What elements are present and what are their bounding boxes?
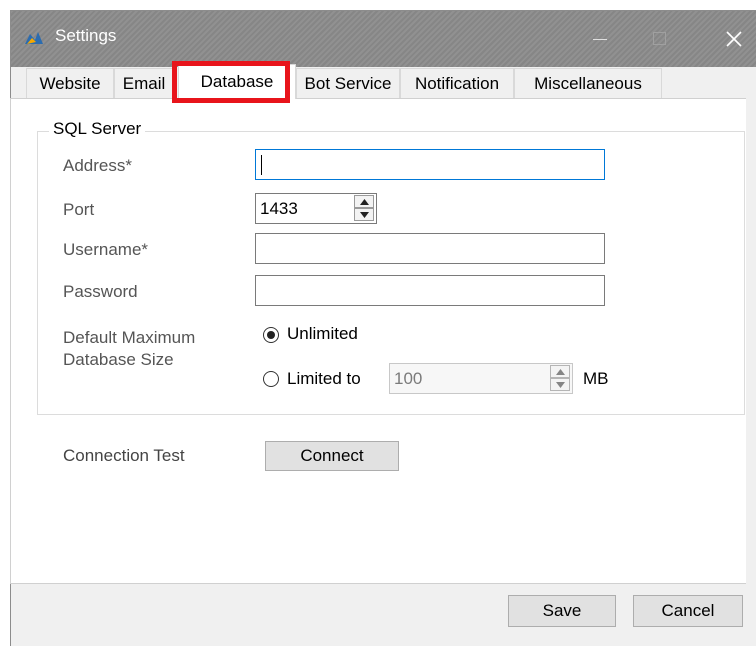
limit-increment-button[interactable] <box>550 365 570 378</box>
maximize-button[interactable] <box>635 11 681 67</box>
limited-label[interactable]: Limited to <box>287 369 361 389</box>
address-label: Address* <box>63 156 132 175</box>
cancel-button[interactable]: Cancel <box>633 595 743 627</box>
tab-miscellaneous[interactable]: Miscellaneous <box>514 68 662 98</box>
close-icon <box>726 31 742 47</box>
username-input[interactable] <box>255 233 605 264</box>
size-unit-label: MB <box>583 369 609 388</box>
limit-decrement-button[interactable] <box>550 378 570 391</box>
port-spinner[interactable] <box>354 194 376 223</box>
port-label: Port <box>63 200 95 219</box>
tab-website[interactable]: Website <box>26 68 114 98</box>
tab-email[interactable]: Email <box>114 68 174 98</box>
tab-database[interactable]: Database <box>178 64 296 99</box>
unlimited-label[interactable]: Unlimited <box>287 324 358 344</box>
db-size-label-line1: Default Maximum <box>63 328 196 347</box>
db-size-label-line2: Database Size <box>63 350 174 369</box>
port-decrement-button[interactable] <box>354 208 374 221</box>
save-button[interactable]: Save <box>508 595 616 627</box>
tab-notification[interactable]: Notification <box>400 68 514 98</box>
tab-bot-service[interactable]: Bot Service <box>296 68 400 98</box>
size-limit-value: 100 <box>394 369 423 388</box>
connect-button[interactable]: Connect <box>265 441 399 471</box>
port-increment-button[interactable] <box>354 195 374 208</box>
window-title: Settings <box>55 26 117 45</box>
text-caret <box>261 155 262 175</box>
password-input[interactable] <box>255 275 605 306</box>
arrow-down-icon <box>556 382 565 388</box>
arrow-down-icon <box>360 212 369 218</box>
title-bar[interactable]: Settings <box>11 11 756 67</box>
address-input[interactable] <box>255 149 605 180</box>
password-label: Password <box>63 282 138 301</box>
limited-radio[interactable] <box>263 371 279 387</box>
port-value: 1433 <box>260 199 298 218</box>
username-label: Username* <box>63 240 149 259</box>
close-button[interactable] <box>711 11 756 67</box>
database-tab-panel: SQL Server Address* Port 1433 Username* … <box>10 98 746 584</box>
port-stepper[interactable]: 1433 <box>255 193 377 224</box>
settings-app-icon <box>25 32 43 44</box>
arrow-up-icon <box>556 369 565 375</box>
minimize-button[interactable] <box>577 11 623 67</box>
unlimited-radio[interactable] <box>263 327 279 343</box>
size-limit-spinner[interactable] <box>550 364 572 393</box>
connection-test-label: Connection Test <box>63 446 185 465</box>
groupbox-title: SQL Server <box>49 119 146 139</box>
size-limit-stepper[interactable]: 100 <box>389 363 573 394</box>
arrow-up-icon <box>360 199 369 205</box>
